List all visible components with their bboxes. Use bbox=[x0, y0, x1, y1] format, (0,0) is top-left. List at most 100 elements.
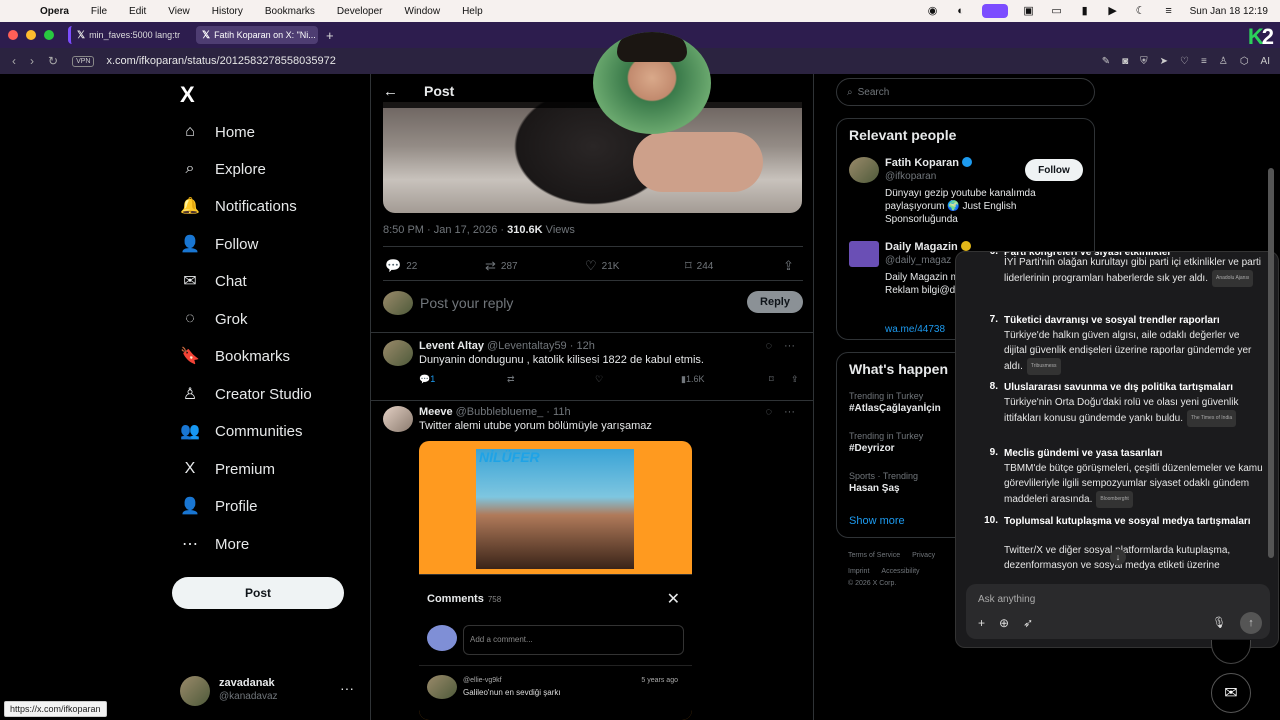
tweet-author[interactable]: Meeve bbox=[419, 406, 453, 418]
post-button[interactable]: Post bbox=[172, 577, 344, 609]
share-action[interactable]: ⇪ bbox=[783, 258, 794, 274]
play-icon[interactable]: ▶ bbox=[1106, 6, 1120, 17]
microphone-icon[interactable]: 🎙 bbox=[1212, 616, 1226, 629]
nav-bookmarks[interactable]: 🔖 Bookmarks bbox=[180, 341, 290, 371]
person-name[interactable]: Daily Magazin bbox=[885, 241, 971, 253]
avatar[interactable] bbox=[849, 157, 879, 183]
x-logo-icon[interactable]: X bbox=[180, 82, 195, 108]
status-icon-a[interactable]: ◉ bbox=[926, 6, 940, 17]
reply-button[interactable]: Reply bbox=[747, 291, 803, 313]
grok-icon[interactable]: ◌ bbox=[765, 340, 772, 352]
grok-icon[interactable]: ◌ bbox=[765, 406, 772, 418]
globe-icon[interactable]: ⊕ bbox=[999, 616, 1009, 630]
status-icon-d[interactable]: ▭ bbox=[1050, 6, 1064, 17]
reply-tweet[interactable]: Levent Altay @Leventaltay59 · 12h ◌ ··· Du… bbox=[383, 340, 803, 396]
scrollbar[interactable] bbox=[1268, 168, 1274, 558]
menu-help[interactable]: Help bbox=[462, 6, 483, 17]
edit-icon[interactable]: ✎ bbox=[1102, 56, 1110, 67]
ask-anything-input[interactable]: Ask anything bbox=[978, 594, 1035, 605]
browser-tab-active[interactable]: 𝕏 Fatih Koparan on X: "Ni... bbox=[196, 26, 318, 44]
tweet-author[interactable]: Levent Altay bbox=[419, 340, 484, 352]
reply-input[interactable]: Post your reply bbox=[420, 295, 513, 311]
nav-chat[interactable]: ✉ Chat bbox=[180, 266, 246, 296]
repost-action[interactable]: ⇄ 287 bbox=[485, 258, 518, 274]
send-icon[interactable]: ➤ bbox=[1160, 56, 1168, 67]
status-pill-icon[interactable] bbox=[981, 4, 1008, 18]
status-icon-c[interactable]: ▣ bbox=[1022, 6, 1036, 17]
trend-item[interactable]: Trending in Turkey #AtlasÇağlayanİçin bbox=[849, 391, 941, 414]
nav-profile[interactable]: 👤 Profile bbox=[180, 491, 258, 521]
new-tab-button[interactable]: + bbox=[326, 28, 334, 43]
cube-icon[interactable]: ⬡ bbox=[1240, 56, 1249, 67]
zoom-window-button[interactable] bbox=[44, 30, 54, 40]
person-name[interactable]: Fatih Koparan bbox=[885, 157, 972, 169]
minimize-window-button[interactable] bbox=[26, 30, 36, 40]
trend-item[interactable]: Trending in Turkey #Deyrizor bbox=[849, 431, 923, 454]
close-window-button[interactable] bbox=[8, 30, 18, 40]
moon-icon[interactable]: ☾ bbox=[1134, 6, 1148, 17]
search-field[interactable]: ⌕ Search bbox=[836, 78, 1095, 106]
grok-floating-button[interactable] bbox=[1211, 640, 1251, 664]
source-badge[interactable]: Tribusmess bbox=[1026, 358, 1061, 375]
heart-icon[interactable]: ♡ bbox=[595, 374, 603, 385]
back-icon[interactable]: ‹ bbox=[12, 54, 16, 68]
menu-bookmarks[interactable]: Bookmarks bbox=[265, 6, 315, 17]
menu-edit[interactable]: Edit bbox=[129, 6, 146, 17]
scroll-down-icon[interactable]: ↓ bbox=[1110, 549, 1126, 565]
nav-premium[interactable]: X Premium bbox=[180, 454, 275, 484]
reply-tweet[interactable]: Meeve @Bubbleblueme_ · 11h ◌ ··· Twitter a… bbox=[383, 406, 803, 446]
more-icon[interactable]: ··· bbox=[784, 406, 795, 418]
source-badge[interactable]: Bloomberght bbox=[1096, 491, 1133, 508]
footer-link[interactable]: Privacy bbox=[912, 552, 935, 559]
nav-notifications[interactable]: 🔔 Notifications bbox=[180, 191, 297, 221]
bookmark-action[interactable]: ⌑ 244 bbox=[685, 258, 713, 274]
clock[interactable]: Sun Jan 18 12:19 bbox=[1190, 6, 1268, 17]
footer-link[interactable]: Terms of Service bbox=[848, 552, 900, 559]
menu-app-name[interactable]: Opera bbox=[40, 6, 69, 17]
camera-icon[interactable]: ◙ bbox=[1122, 56, 1128, 67]
browser-tab[interactable]: 𝕏 min_faves:5000 lang:tr bbox=[68, 26, 188, 44]
repost-icon[interactable]: ⇄ bbox=[507, 374, 515, 385]
profile-icon[interactable]: ♙ bbox=[1219, 56, 1228, 67]
plus-icon[interactable]: + bbox=[978, 616, 985, 630]
more-icon[interactable]: ··· bbox=[340, 680, 354, 696]
tweet-media-screenshot[interactable]: NİLÜFER Comments 758 ✕ Add a comment... @… bbox=[419, 441, 692, 720]
like-action[interactable]: ♡ 21K bbox=[585, 258, 619, 274]
url-field[interactable]: x.com/ifkoparan/status/20125832785580359… bbox=[106, 55, 335, 67]
footer-link[interactable]: Accessibility bbox=[881, 568, 919, 575]
avatar[interactable] bbox=[383, 340, 413, 366]
send-button[interactable]: ↑ bbox=[1240, 612, 1262, 634]
person-card[interactable]: Fatih Koparan @ifkoparan Dünyayı gezip y… bbox=[849, 157, 1094, 227]
source-badge[interactable]: Anadolu Ajansı bbox=[1211, 270, 1254, 287]
follow-button[interactable]: Follow bbox=[1025, 159, 1083, 181]
post-image[interactable] bbox=[383, 102, 802, 213]
status-icon-b[interactable]: ◐ bbox=[954, 6, 968, 17]
bookmark-icon[interactable]: ⌑ bbox=[769, 374, 774, 385]
menu-view[interactable]: View bbox=[168, 6, 190, 17]
nav-follow[interactable]: 👤 Follow bbox=[180, 229, 258, 259]
account-switcher[interactable]: zavadanak @kanadavaz ··· bbox=[180, 676, 370, 706]
menu-window[interactable]: Window bbox=[405, 6, 441, 17]
forward-icon[interactable]: › bbox=[30, 54, 34, 68]
heart-icon[interactable]: ♡ bbox=[1180, 56, 1189, 67]
views-action[interactable]: ▮ 1.6K bbox=[681, 374, 704, 385]
nav-grok[interactable]: ◌ Grok bbox=[180, 304, 247, 334]
footer-link[interactable]: Imprint bbox=[848, 568, 869, 575]
nav-communities[interactable]: 👥 Communities bbox=[180, 416, 303, 446]
back-arrow-icon[interactable]: ← bbox=[383, 83, 398, 100]
reply-action[interactable]: 💬 22 bbox=[385, 258, 417, 274]
battery-icon[interactable]: ▮ bbox=[1078, 6, 1092, 17]
nav-explore[interactable]: ⌕ Explore bbox=[180, 154, 266, 184]
menu-file[interactable]: File bbox=[91, 6, 107, 17]
rocket-icon[interactable]: ➶ bbox=[1023, 616, 1033, 630]
search-input[interactable]: Search bbox=[858, 87, 890, 98]
avatar[interactable] bbox=[383, 406, 413, 432]
post-timestamp[interactable]: 8:50 PM · Jan 17, 2026 · bbox=[383, 224, 507, 236]
nav-creator-studio[interactable]: ♙ Creator Studio bbox=[180, 379, 312, 409]
source-badge[interactable]: The Times of India bbox=[1187, 410, 1237, 427]
control-center-icon[interactable]: ≡ bbox=[1162, 6, 1176, 17]
messages-floating-button[interactable]: ✉ bbox=[1211, 673, 1251, 713]
reply-action[interactable]: 💬 1 bbox=[419, 374, 435, 385]
nav-more[interactable]: ⋯ More bbox=[180, 529, 249, 559]
nav-home[interactable]: ⌂ Home bbox=[180, 117, 255, 147]
